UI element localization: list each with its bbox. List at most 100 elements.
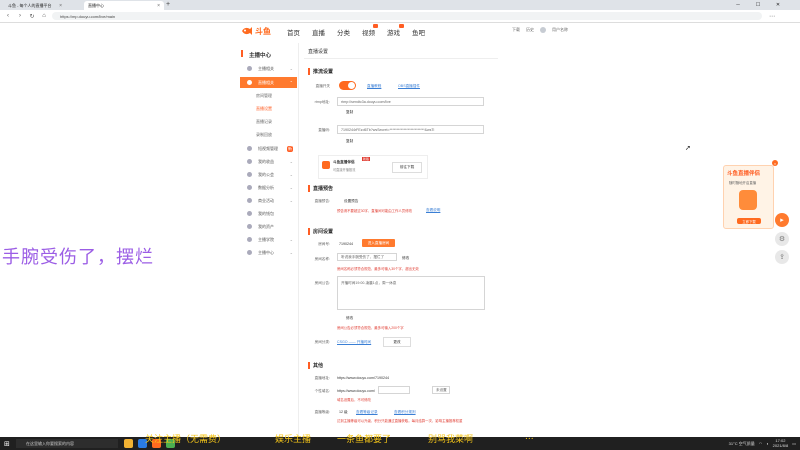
- home-icon[interactable]: ⌂: [40, 12, 48, 20]
- sidebar-item-data[interactable]: 数据分析 ⌄: [240, 182, 297, 193]
- fish-logo-icon: [242, 27, 252, 35]
- new-tab-button[interactable]: +: [166, 1, 170, 8]
- minimize-button[interactable]: ─: [730, 0, 746, 10]
- close-icon[interactable]: ×: [59, 3, 62, 9]
- play-icon[interactable]: ▸: [775, 213, 789, 227]
- stream-code-field[interactable]: 7190244rFEzd6Tb?wsSecret=***************…: [337, 125, 484, 134]
- section-preview: 直播预告: [308, 185, 333, 192]
- username[interactable]: 用户名称: [552, 27, 568, 33]
- sidebar-sub-live-settings[interactable]: 直播设置: [256, 106, 272, 112]
- sidebar-item-academy[interactable]: 主播学院 ⌄: [240, 234, 297, 245]
- sidebar-item-wallet[interactable]: 我的钱包: [240, 208, 297, 219]
- sidebar-item-business[interactable]: 商业活动 ⌄: [240, 195, 297, 206]
- companion-download-button[interactable]: 前往下载: [392, 162, 422, 173]
- nav-game[interactable]: 游戏: [387, 27, 400, 37]
- sidebar-item-income[interactable]: 我的收益 ⌄: [240, 156, 297, 167]
- sidebar-item-label: 我的钱包: [258, 210, 274, 216]
- settings-icon[interactable]: ⋯: [768, 12, 776, 20]
- copy-rtmp-button[interactable]: 复制: [346, 110, 353, 115]
- copy-code-button[interactable]: 复制: [346, 139, 353, 144]
- notification-icon[interactable]: ▭: [792, 441, 796, 446]
- maximize-button[interactable]: ☐: [750, 0, 766, 10]
- address-input[interactable]: https://mp.douyu.com/live/main: [52, 12, 762, 20]
- history-link[interactable]: 历史: [526, 27, 534, 33]
- sidebar-sub-replay[interactable]: 录制回放: [256, 132, 272, 138]
- live-url-value: https://www.douyu.com/7190244: [337, 376, 389, 380]
- rtmp-field[interactable]: rtmp://sendtc3a.douyu.com/live: [337, 97, 484, 106]
- room-name-edit-button[interactable]: 修改: [402, 256, 409, 261]
- browser-tab-live-center[interactable]: 直播中心 ×: [84, 1, 164, 10]
- nav-video[interactable]: 视频: [362, 27, 375, 37]
- sidebar-sub-records[interactable]: 直播记录: [256, 119, 272, 125]
- nav-category[interactable]: 分类: [337, 27, 350, 37]
- clock[interactable]: 17:02 2021/8/8: [773, 438, 789, 448]
- ad-subtitle: 随时随地开启直播: [729, 181, 757, 185]
- notice-edit-button[interactable]: 修改: [346, 316, 353, 321]
- windows-start-icon[interactable]: ⊞: [4, 440, 10, 448]
- level-history-link[interactable]: 查看等级记录: [356, 410, 378, 415]
- category-link[interactable]: CSGO —— 开播时间: [337, 340, 371, 345]
- ad-close-icon[interactable]: ×: [772, 160, 778, 166]
- sidebar-item-assets[interactable]: 我的资产: [240, 221, 297, 232]
- nav-home[interactable]: 首页: [287, 27, 300, 37]
- preview-help-link[interactable]: 查看说明: [426, 208, 440, 213]
- sidebar-item-live[interactable]: 直播相关 ⌃: [240, 77, 297, 88]
- forward-arrow-icon[interactable]: ›: [16, 12, 24, 20]
- level-rules-link[interactable]: 查看积分规则: [394, 410, 416, 415]
- custom-domain-select[interactable]: 未设置: [432, 386, 450, 394]
- tab-label: 直播中心: [88, 2, 104, 8]
- volume-icon[interactable]: ◖: [766, 441, 768, 446]
- sidebar-item-label: 数据分析: [258, 184, 274, 190]
- sidebar-item-label: 短视频管理: [258, 145, 278, 151]
- avatar[interactable]: [540, 27, 546, 33]
- danmu-text: 一条鱼都要了: [337, 435, 392, 445]
- taskbar-search-box[interactable]: 在这里输入你要搜索的内容: [16, 439, 118, 448]
- reload-icon[interactable]: ↻: [28, 12, 36, 20]
- notice-textarea[interactable]: 开播时间19:00-凌晨1点，周一休息: [337, 276, 485, 310]
- sidebar-item-video[interactable]: 短视频管理 新: [240, 143, 297, 154]
- section-room: 房间设置: [308, 228, 333, 235]
- nav-fishbar[interactable]: 鱼吧: [412, 27, 425, 37]
- douyu-logo[interactable]: 斗鱼: [241, 25, 271, 37]
- enter-room-button[interactable]: 进入直播房间: [362, 239, 395, 247]
- weather-text[interactable]: 31°C 空气质量: [729, 441, 755, 447]
- close-window-button[interactable]: ✕: [770, 0, 786, 10]
- browser-tab-douyu[interactable]: 斗鱼 - 每个人的直播平台 ×: [4, 1, 66, 10]
- sidebar-sub-room[interactable]: 房间管理: [256, 93, 272, 99]
- chevron-down-icon: ⌄: [289, 198, 293, 203]
- preview-value[interactable]: 设置预告: [344, 199, 358, 204]
- nav-live[interactable]: 直播: [312, 27, 325, 37]
- sidebar-item-anchor[interactable]: 主播相关 ⌄: [240, 63, 297, 74]
- guild-icon: [247, 172, 252, 177]
- companion-sub: 可直接开播推流: [333, 168, 356, 172]
- obs-plugin-link[interactable]: OBS直播插件: [398, 84, 420, 89]
- room-id: 7190244: [339, 242, 353, 246]
- room-name-field[interactable]: 听说我手腕受伤了，摆烂了: [337, 253, 397, 261]
- category-label: 房间分类:: [314, 340, 330, 344]
- custom-domain-label: 个性域名:: [314, 389, 330, 393]
- danmu-text: 关注主播（无需费）: [145, 435, 227, 445]
- sidebar-item-guild[interactable]: 我的公会 ⌄: [240, 169, 297, 180]
- room-id-label: 房间号:: [318, 242, 330, 246]
- live-toggle[interactable]: [339, 81, 356, 90]
- share-icon[interactable]: ⇪: [775, 250, 789, 264]
- download-link[interactable]: 下载: [512, 27, 520, 33]
- sidebar-item-center[interactable]: 主播中心 ⌄: [240, 247, 297, 258]
- change-category-button[interactable]: 更改: [383, 337, 411, 347]
- tutorial-link[interactable]: 直播教程: [367, 84, 381, 89]
- briefcase-icon: [247, 198, 252, 203]
- close-icon[interactable]: ×: [157, 3, 160, 9]
- sidebar-item-label: 直播相关: [258, 79, 274, 85]
- companion-app-icon: [322, 161, 330, 169]
- gear-icon[interactable]: ⚙: [775, 232, 789, 246]
- ad-title: 斗鱼直播伴侣: [727, 171, 761, 177]
- ad-download-button[interactable]: 立即下载: [737, 218, 761, 224]
- back-arrow-icon[interactable]: ‹: [4, 12, 12, 20]
- wifi-icon[interactable]: ◠: [759, 441, 763, 446]
- income-icon: [247, 159, 252, 164]
- sidebar-item-label: 我的资产: [258, 223, 274, 229]
- file-explorer-icon[interactable]: [124, 439, 133, 448]
- ad-mascot-image: [739, 190, 757, 210]
- custom-domain-input[interactable]: [378, 386, 410, 394]
- assets-icon: [247, 224, 252, 229]
